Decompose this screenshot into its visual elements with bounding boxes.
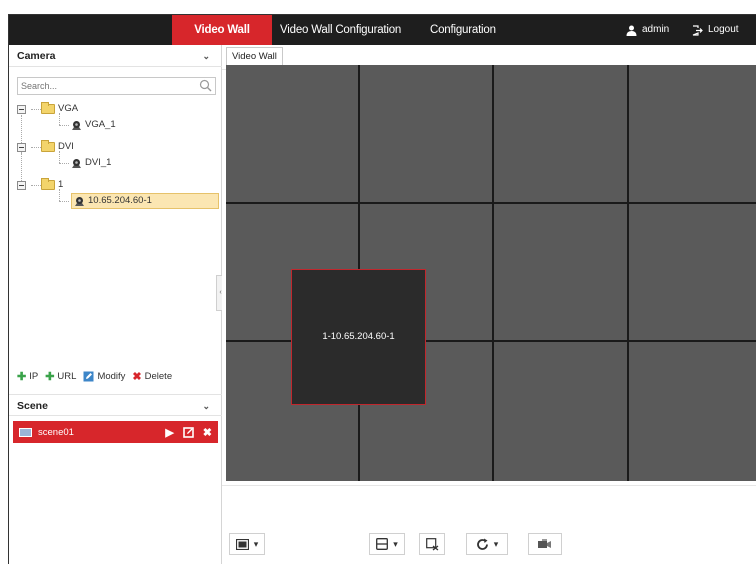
add-url-label: URL — [57, 370, 77, 382]
tree-camera-10-65-204-60-1[interactable]: 10.65.204.60-1 — [71, 193, 219, 209]
search-icon[interactable] — [199, 79, 212, 92]
tree-camera-dvi-1[interactable]: DVI_1 — [71, 155, 111, 171]
camera-icon — [75, 196, 84, 206]
camera-toolbar: ✚ IP ✚ URL Modify ✖ Delete — [17, 368, 179, 384]
tab-video-wall-configuration[interactable]: Video Wall Configuration — [280, 15, 401, 45]
scene-icon — [19, 427, 32, 437]
video-wall-canvas[interactable]: 1-10.65.204.60-1 — [226, 65, 756, 481]
folder-icon — [41, 102, 55, 114]
tree-camera-label: VGA_1 — [85, 119, 116, 130]
scene-section-header[interactable]: Scene ⌄ — [9, 394, 222, 416]
play-icon[interactable]: ▶ — [165, 426, 173, 439]
camera-tree: VGA VGA_1 DVI DVI_1 1 10.65.204.60-1 — [17, 101, 219, 361]
video-output-icon — [538, 539, 551, 548]
video-wall-area: Video Wall 1-10.65.204.60-1 ▾ ▾ ▾ — [222, 45, 756, 564]
tree-group-label: 1 — [58, 179, 64, 190]
split-icon — [376, 538, 389, 550]
camera-icon — [72, 158, 81, 168]
tab-video-wall[interactable]: Video Wall — [172, 15, 272, 45]
camera-section-title: Camera — [17, 50, 56, 62]
tree-group-dvi[interactable]: DVI — [17, 139, 74, 155]
tree-camera-label: DVI_1 — [85, 157, 112, 168]
tree-group-label: DVI — [58, 141, 74, 152]
screen-layout-icon — [235, 538, 249, 550]
tree-camera-label: 10.65.204.60-1 — [88, 195, 152, 206]
close-icon[interactable]: ✖ — [203, 426, 212, 439]
clear-window-icon — [425, 537, 438, 551]
tree-connector — [59, 201, 69, 202]
video-window[interactable]: 1-10.65.204.60-1 — [291, 269, 426, 405]
collapse-icon[interactable] — [17, 142, 26, 152]
tab-configuration[interactable]: Configuration — [430, 15, 496, 45]
tree-group-1[interactable]: 1 — [17, 177, 63, 193]
logout-label: Logout — [708, 24, 739, 35]
video-wall-toolbar: ▾ ▾ ▾ — [222, 485, 756, 564]
refresh-button[interactable]: ▾ — [466, 533, 508, 555]
user-menu[interactable]: admin — [626, 15, 669, 45]
dropdown-icon: ▾ — [493, 538, 499, 549]
clear-windows-button[interactable] — [419, 533, 445, 555]
dropdown-icon: ▾ — [253, 538, 259, 549]
app-frame: Video Wall Video Wall Configuration Conf… — [8, 14, 756, 564]
top-navigation-bar: Video Wall Video Wall Configuration Conf… — [9, 15, 756, 45]
left-panel: Camera ⌄ VGA — [9, 45, 222, 564]
add-ip-button[interactable]: ✚ IP — [17, 370, 38, 383]
camera-search-input[interactable] — [18, 78, 188, 94]
chevron-down-icon[interactable]: ⌄ — [202, 45, 210, 67]
tree-connector — [59, 163, 69, 164]
add-url-button[interactable]: ✚ URL — [45, 370, 76, 383]
delete-label: Delete — [144, 370, 173, 382]
refresh-icon — [476, 538, 488, 550]
collapse-icon[interactable] — [17, 104, 26, 114]
plus-icon: ✚ — [45, 370, 55, 383]
logout-button[interactable]: Logout — [692, 15, 739, 45]
chevron-down-icon[interactable]: ⌄ — [202, 395, 210, 417]
grid-divider — [627, 65, 629, 481]
grid-divider — [492, 65, 494, 481]
collapse-icon[interactable] — [17, 180, 26, 190]
grid-divider — [226, 202, 756, 204]
tree-camera-vga-1[interactable]: VGA_1 — [71, 117, 116, 133]
dropdown-icon: ▾ — [393, 538, 398, 549]
scene-actions: ▶ ✖ — [156, 421, 212, 443]
split-window-button[interactable]: ▾ — [369, 533, 405, 555]
folder-icon — [41, 140, 55, 152]
logout-icon — [692, 24, 703, 36]
decoder-output-button[interactable] — [528, 533, 562, 555]
plus-icon: ✚ — [17, 370, 27, 383]
modify-label: Modify — [97, 370, 126, 382]
camera-search — [17, 77, 216, 95]
tree-connector — [59, 125, 69, 126]
modify-button[interactable]: Modify — [83, 371, 125, 382]
tree-group-vga[interactable]: VGA — [17, 101, 78, 117]
close-icon: ✖ — [132, 370, 142, 383]
scene-list-item[interactable]: scene01 ▶ ✖ — [13, 421, 218, 443]
add-ip-label: IP — [29, 370, 39, 382]
user-icon — [626, 25, 637, 36]
scene-label: scene01 — [38, 426, 74, 438]
camera-icon — [72, 120, 81, 130]
edit-icon — [83, 371, 94, 381]
delete-button[interactable]: ✖ Delete — [132, 370, 172, 383]
edit-icon[interactable] — [182, 426, 194, 438]
tab-video-wall-canvas[interactable]: Video Wall — [226, 47, 283, 67]
username-label: admin — [642, 24, 670, 35]
tree-group-label: VGA — [58, 103, 79, 114]
scene-section-title: Scene — [17, 400, 48, 412]
camera-section-header[interactable]: Camera ⌄ — [9, 45, 222, 67]
folder-icon — [41, 178, 55, 190]
window-layout-button[interactable]: ▾ — [229, 533, 265, 555]
